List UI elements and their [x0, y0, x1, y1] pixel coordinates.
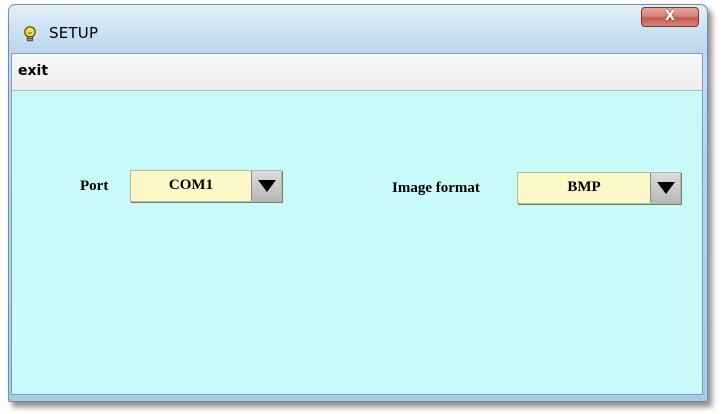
close-icon: X [664, 9, 676, 24]
port-value: COM1 [168, 177, 214, 193]
close-button[interactable]: X [641, 7, 699, 27]
port-dropdown[interactable]: COM1 [130, 170, 282, 202]
image-format-value: BMP [567, 179, 601, 195]
lightbulb-icon [21, 25, 39, 43]
image-format-dropdown[interactable]: BMP [517, 172, 681, 204]
title-bar[interactable]: SETUP X [9, 5, 707, 53]
setup-window: SETUP X exit Port COM1 Image format BMP [8, 4, 708, 402]
client-area: exit Port COM1 Image format BMP [11, 53, 703, 395]
menu-item-exit[interactable]: exit [18, 63, 48, 79]
window-title: SETUP [49, 24, 99, 42]
port-label: Port [80, 178, 109, 194]
dropdown-arrow-icon[interactable] [251, 171, 281, 201]
dropdown-arrow-icon[interactable] [650, 173, 680, 203]
image-format-label: Image format [392, 180, 480, 196]
menu-bar: exit [12, 54, 702, 91]
